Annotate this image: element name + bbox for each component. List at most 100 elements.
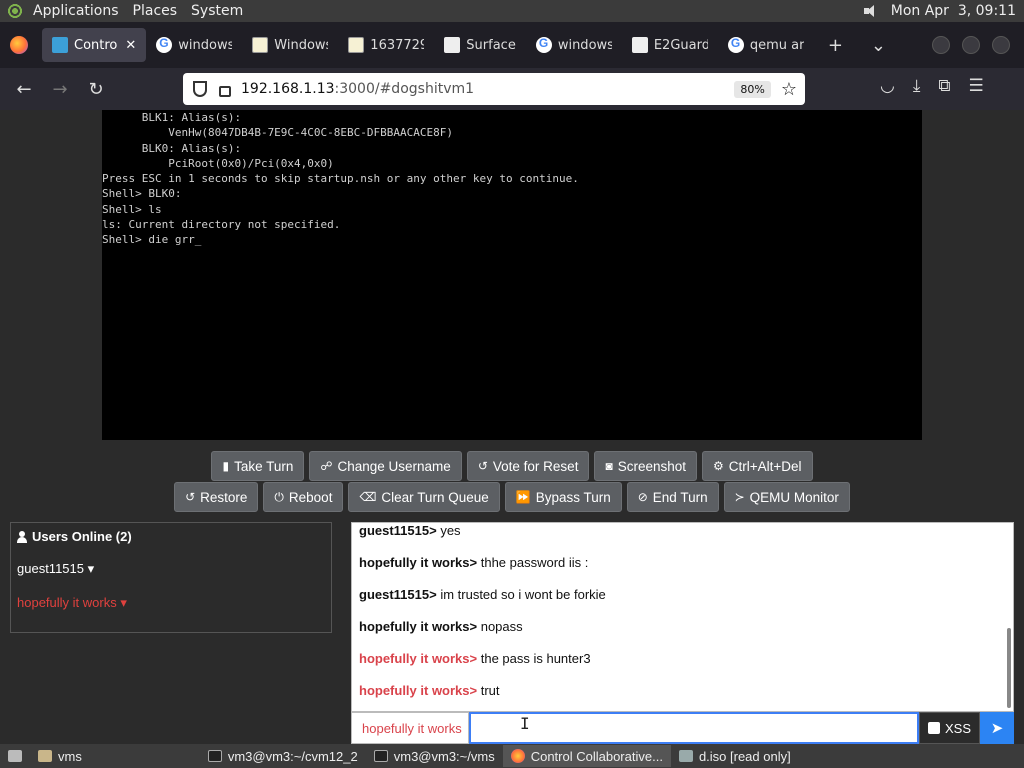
chat-input[interactable] [469,712,919,744]
chat-message-user[interactable]: hopefully it works> [359,555,477,570]
user-hopefully-it-works[interactable]: hopefully it works ▾ [17,595,325,611]
ba-icon [252,37,269,53]
xss-checkbox[interactable] [927,722,940,734]
volume-icon[interactable] [863,3,881,19]
chat-message-text: trut [477,683,500,698]
taskbar-item[interactable]: vm3@vm3:~/cvm12_2 [200,745,366,767]
send-button[interactable]: ➤ [980,712,1014,744]
reload-icon[interactable]: ↻ [78,79,114,100]
minimize-button[interactable] [932,36,950,54]
applications-menu[interactable]: Applications [26,3,126,19]
tab-qemu[interactable]: qemu ar [718,28,814,62]
star-icon[interactable]: ☆ [781,79,797,100]
taskbar-item[interactable]: Control Collaborative... [502,745,671,767]
pocket-icon[interactable]: ◡ [880,76,895,96]
change-username-button[interactable]: ☍ Change Username [309,451,462,481]
restore-icon: ↺ [185,490,196,504]
screenshot-button[interactable]: ◙ Screenshot [594,451,697,481]
chat-message-user[interactable]: guest11515> [359,523,437,538]
end-turn-button[interactable]: ⊘ End Turn [626,482,719,512]
disk-icon [678,750,693,762]
xss-toggle[interactable]: XSS [919,712,980,744]
mouse-icon: ▮ [222,459,230,473]
chevron-down-icon[interactable]: ⌄ [857,35,900,56]
google-icon [727,36,744,53]
taskbar-item-label: vms [58,748,82,764]
places-menu[interactable]: Places [126,3,185,19]
camera-icon: ◙ [605,459,613,473]
chat-input-bar: hopefully it works XSS ➤ [351,712,1014,744]
taskbar-item-label: Control Collaborative... [530,748,663,764]
chat-message-text: nopass [477,619,523,634]
ba-icon [348,37,365,53]
url-host: 192.168.1.13 [241,81,335,97]
tab-windows-3[interactable]: windows [526,28,622,62]
back-icon[interactable]: ← [6,79,42,100]
qemu-monitor-button[interactable]: ≻ QEMU Monitor [723,482,850,512]
extensions-icon[interactable]: ⧉ [938,76,950,96]
undo-icon: ↺ [477,459,488,473]
clock[interactable]: Mon Apr 3, 09:11 [891,3,1016,19]
chat-message-user[interactable]: hopefully it works> [359,683,477,698]
taskbar-item[interactable]: vms [30,745,90,767]
button-label: Bypass Turn [535,489,611,505]
vote-for-reset-button[interactable]: ↺ Vote for Reset [466,451,590,481]
close-icon[interactable]: ✕ [125,38,136,53]
eraser-icon: ⌫ [359,490,377,504]
chat-message: hopefully it works> trut [359,675,1004,707]
zoom-level[interactable]: 80% [734,80,771,98]
tab-windows-2[interactable]: Windows [242,28,338,62]
firefox-icon [510,749,525,763]
firefox-view-icon[interactable] [10,36,28,54]
shield-icon[interactable] [193,81,207,97]
chat-log[interactable]: guest11515> yes hopefully it works> thhe … [351,522,1014,712]
lock-icon[interactable] [219,85,231,97]
button-label: Screenshot [617,458,686,474]
paper-plane-icon: ➤ [990,720,1004,737]
button-label: End Turn [652,489,708,505]
terminal-icon: ≻ [734,490,745,504]
take-turn-button[interactable]: ▮ Take Turn [211,451,305,481]
chat-message-user[interactable]: guest11515> [359,587,437,602]
terminal-icon [373,750,388,762]
tab-e2guard[interactable]: E2Guard [622,28,718,62]
maximize-button[interactable] [962,36,980,54]
user-guest11515[interactable]: guest11515 ▾ [17,561,325,577]
taskbar-item-label: vm3@vm3:~/cvm12_2 [227,748,358,764]
control-row-1: ▮ Take Turn ☍ Change Username ↺ Vote for Rese… [0,451,1024,481]
ban-icon: ⊘ [637,490,648,504]
restore-button[interactable]: ↺ Restore [174,482,259,512]
text-cursor-icon: I [520,714,530,733]
chat-message-user[interactable]: hopefully it works> [359,651,477,666]
show-desktop-icon[interactable] [0,745,30,767]
menu-icon[interactable]: ☰ [969,76,984,96]
chat-message-user[interactable]: hopefully it works> [359,619,477,634]
taskbar-item[interactable]: vm3@vm3:~/vms [366,745,503,767]
new-tab-icon[interactable]: + [814,35,857,56]
system-menu[interactable]: System [184,3,250,19]
vm-display[interactable]: BLK1: Alias(s): VenHw(8047DB4B-7E9C-4C0C… [102,110,922,440]
reboot-button[interactable]: ⏻ Reboot [263,482,344,512]
tab-windows-1[interactable]: windows [146,28,242,62]
close-window-button[interactable] [992,36,1010,54]
taskbar-item[interactable]: d.iso [read only] [671,745,799,767]
chat-message: hopefully it works> the pass is hunter3 [359,643,1004,675]
chat-scrollbar[interactable] [1007,628,1011,708]
distro-logo-icon[interactable] [6,2,24,20]
ctrl-alt-del-button[interactable]: ⚙ Ctrl+Alt+Del [702,451,813,481]
button-label: Ctrl+Alt+Del [728,458,802,474]
download-icon[interactable]: ⤓ [913,76,921,96]
bypass-turn-button[interactable]: ⏩ Bypass Turn [504,482,622,512]
tab-surface[interactable]: Surface [434,28,526,62]
google-icon [156,36,173,53]
bank-icon [444,37,461,53]
tab-1637729[interactable]: 1637729 [338,28,434,62]
tab-control[interactable]: Contro ✕ [42,28,147,62]
button-label: Vote for Reset [492,458,579,474]
button-label: QEMU Monitor [749,489,839,505]
clear-turn-queue-button[interactable]: ⌫ Clear Turn Queue [348,482,500,512]
gear-icon: ⚙ [713,459,724,473]
user-icon [17,530,27,543]
forward-icon[interactable]: → [42,79,78,100]
address-bar[interactable]: 192.168.1.13:3000/#dogshitvm1 80% ☆ [183,73,805,105]
